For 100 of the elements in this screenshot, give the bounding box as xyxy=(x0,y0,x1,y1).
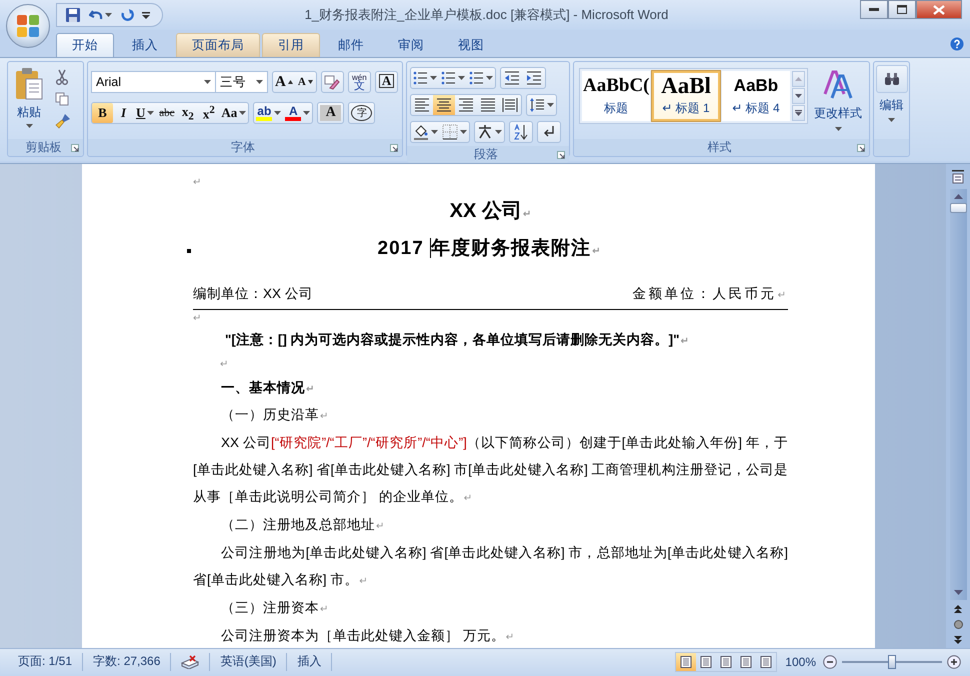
ribbon-tab[interactable]: 页面布局 xyxy=(176,33,260,57)
ribbon-tab[interactable]: 引用 xyxy=(262,33,320,57)
dialog-launcher-icon[interactable] xyxy=(557,150,565,158)
phonetic-guide-button[interactable]: wén 文 xyxy=(348,72,370,92)
close-button[interactable] xyxy=(916,0,962,19)
zoom-out-button[interactable] xyxy=(822,654,838,670)
draft-icon xyxy=(760,656,772,668)
zoom-in-button[interactable] xyxy=(946,654,962,670)
subsection-heading: （三）注册资本↵ xyxy=(220,599,330,617)
down-triangle-icon xyxy=(308,80,313,84)
status-text[interactable]: 英语(美国) xyxy=(210,652,288,670)
format-toggle[interactable]: x$^{2}$ xyxy=(198,103,220,123)
format-toggle[interactable]: x$_{2}$ xyxy=(177,103,198,123)
format-toggle[interactable]: B xyxy=(92,103,113,123)
minimize-button[interactable] xyxy=(860,0,888,19)
character-border-button[interactable]: A xyxy=(378,74,394,88)
view-button[interactable] xyxy=(676,652,696,670)
maximize-button[interactable] xyxy=(888,0,916,19)
down-arrow-icon xyxy=(795,94,802,98)
customize-menu-button[interactable] xyxy=(140,9,152,21)
undo-icon xyxy=(89,8,103,22)
style-item[interactable]: AaBb ↵ 标题 4 xyxy=(722,71,790,121)
color-picker-button[interactable]: ab xyxy=(254,103,284,123)
ribbon-tab[interactable]: 视图 xyxy=(442,33,500,57)
previous-page-button[interactable] xyxy=(952,603,964,615)
print-layout-icon xyxy=(680,656,692,668)
format-toggle[interactable]: abc xyxy=(156,103,178,123)
color-picker-button[interactable]: A xyxy=(283,103,312,123)
clipboard-icon xyxy=(14,67,44,101)
align-right-icon xyxy=(458,97,474,113)
zoom-level[interactable]: 100% xyxy=(785,654,816,668)
format-toggle[interactable]: U xyxy=(134,103,156,123)
close-icon xyxy=(933,4,945,14)
up-arrow-icon xyxy=(954,194,962,199)
dialog-launcher-icon[interactable] xyxy=(71,144,79,152)
scroll-down-button[interactable] xyxy=(792,88,805,104)
dialog-launcher-icon[interactable] xyxy=(390,144,398,152)
find-button[interactable] xyxy=(876,65,908,93)
character-shading-button[interactable]: A xyxy=(320,105,342,121)
group-footer xyxy=(874,139,909,156)
borders-button[interactable] xyxy=(440,122,469,142)
style-item[interactable]: AaBbC( 标题 xyxy=(582,71,650,121)
change-styles-button[interactable]: 更改样式 xyxy=(814,68,862,136)
help-button[interactable] xyxy=(950,36,964,50)
caret-icon xyxy=(547,103,554,107)
ribbon-tab[interactable]: 审阅 xyxy=(382,33,440,57)
book-check-icon[interactable] xyxy=(181,654,200,668)
ribbon-tab[interactable]: 开始 xyxy=(56,33,114,57)
unit-label: 编制单位：XX 公司 xyxy=(193,285,313,303)
redo-icon xyxy=(120,8,134,22)
body-paragraph: XX 公司[“研究院”/“工厂”/“研究所”/“中心”]（以下简称公司）创建于[单击此处输入年份] 年，于[单击此处键入名称] 省[单击此处键入名称] 市[单击此处键入名称] 工商管理机构注册登记，公司是从事［单击此说明公司简介］ 的企业单位。↵ xyxy=(193,434,788,506)
font-name-dropdown[interactable]: Arial xyxy=(91,71,216,93)
caret-icon xyxy=(431,130,438,134)
paste-button[interactable]: 粘贴 xyxy=(11,65,47,136)
format-painter-button[interactable] xyxy=(54,112,72,130)
multilevel-list-icon xyxy=(469,70,484,86)
window-title: 1_财务报表附注_企业单户模板.doc [兼容模式] - Microsoft Word xyxy=(304,6,670,24)
save-button[interactable] xyxy=(63,5,83,25)
up-triangle-icon xyxy=(288,80,293,84)
caret-icon xyxy=(303,111,310,115)
plus-icon xyxy=(947,654,961,668)
status-text[interactable]: 字数: 27,366 xyxy=(83,652,172,670)
more-button[interactable] xyxy=(792,105,805,121)
caret-icon xyxy=(204,80,211,84)
ribbon-tab[interactable]: 邮件 xyxy=(322,33,380,57)
next-page-button[interactable] xyxy=(952,634,964,646)
styles-letter-icon xyxy=(823,70,853,100)
paragraph-mark: ↵ xyxy=(193,312,202,326)
view-ruler-button[interactable] xyxy=(950,168,966,186)
caret-icon xyxy=(888,118,895,122)
body-paragraph: 公司注册地为[单击此处键入名称] 省[单击此处键入名称] 市，总部地址为[单击此处键入名称] 省[单击此处键入名称] 市。↵ xyxy=(193,544,788,589)
style-item[interactable]: AaBl ↵ 标题 1 xyxy=(652,71,720,121)
scroll-thumb[interactable] xyxy=(950,203,966,213)
note-text: "[注意：[] 内为可选内容或提示性内容，各单位填写后请删除无关内容。]"↵ xyxy=(224,331,690,349)
ruler-toggle-icon xyxy=(952,170,964,184)
binoculars-icon xyxy=(884,72,900,86)
center-button[interactable] xyxy=(433,95,455,115)
document-subtitle: 2017 年度财务报表附注↵ xyxy=(376,236,602,261)
font-size-dropdown[interactable]: 三号 xyxy=(215,71,268,93)
slider-thumb[interactable] xyxy=(888,654,896,668)
sort-icon xyxy=(513,124,529,140)
copy-icon xyxy=(55,92,69,106)
format-toggle[interactable]: Aa xyxy=(219,103,248,123)
status-text[interactable]: 插入 xyxy=(287,652,332,670)
format-toggle[interactable]: I xyxy=(113,103,134,123)
paragraph-mark: ↵ xyxy=(193,176,202,190)
double-down-arrow-icon xyxy=(954,636,962,644)
shrink-font-button[interactable]: A xyxy=(294,72,316,92)
caret-icon xyxy=(26,124,32,128)
vertical-scrollbar[interactable] xyxy=(950,189,966,600)
browse-object-button[interactable] xyxy=(952,618,964,631)
dialog-launcher-icon[interactable] xyxy=(857,144,865,152)
ribbon-tab[interactable]: 插入 xyxy=(116,33,174,57)
body-paragraph: 公司注册资本为［单击此处键入金额］ 万元。↵ xyxy=(220,627,516,645)
status-text[interactable]: 页面: 1/51 xyxy=(8,652,84,670)
minimize-icon xyxy=(869,8,879,11)
enclose-character-button[interactable]: 字 xyxy=(351,105,372,121)
caret-icon xyxy=(495,130,502,134)
paint-bucket-icon xyxy=(413,124,429,140)
grow-font-button[interactable]: A xyxy=(273,72,295,92)
